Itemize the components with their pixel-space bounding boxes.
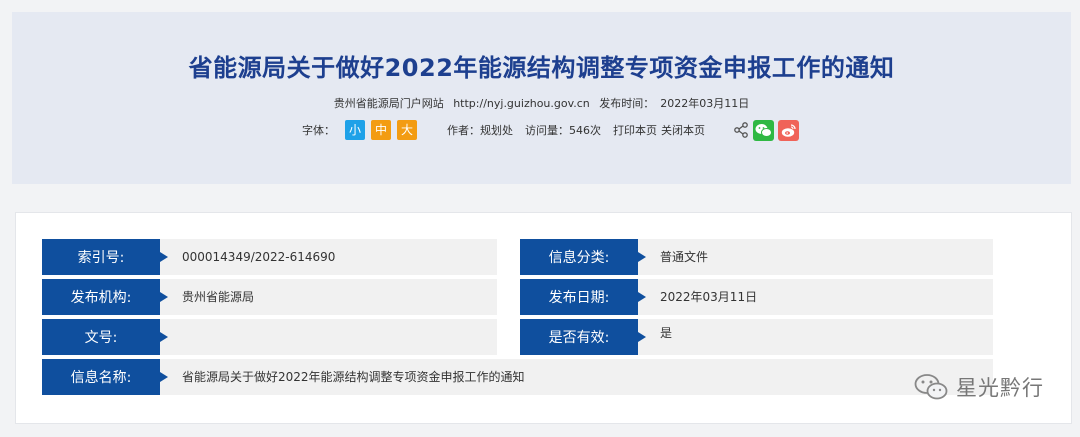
publisher-value: 贵州省能源局 [182,290,255,304]
source-url[interactable]: http://nyj.guizhou.gov.cn [453,97,590,110]
article-toolbar: 字体： 小 中 大 作者：规划处 访问量：546次 打印本页 关闭本页 [302,118,799,142]
docno-row: 文号: [42,319,497,355]
valid-label: 是否有效: [520,319,646,355]
name-row: 信息名称: 省能源局关于做好2022年能源结构调整专项资金申报工作的通知 [42,359,993,395]
font-small-button[interactable]: 小 [345,120,365,140]
date-row: 发布日期: 2022年03月11日 [520,279,993,315]
category-value: 普通文件 [660,250,709,264]
font-medium-button[interactable]: 中 [371,120,391,140]
watermark-text: 星光黔行 [956,376,1044,400]
date-label: 发布日期: [520,279,646,315]
article-meta: 贵州省能源局门户网站 http://nyj.guizhou.gov.cn 发布时… [12,95,1071,111]
name-label: 信息名称: [42,359,168,395]
close-link[interactable]: 关闭本页 [661,122,705,138]
visit-count: 访问量：546次 [525,124,601,137]
index-label: 索引号: [42,239,168,275]
page-title: 省能源局关于做好2022年能源结构调整专项资金申报工作的通知 [188,54,895,82]
publisher-label: 发布机构: [42,279,168,315]
wechat-watermark-icon [914,374,948,400]
watermark: 星光黔行 [914,372,1044,402]
wechat-share-button[interactable] [753,119,774,141]
index-value: 000014349/2022-614690 [182,250,336,264]
wechat-icon [755,123,772,137]
weibo-share-button[interactable] [778,119,799,141]
weibo-icon [781,123,796,137]
category-row: 信息分类: 普通文件 [520,239,993,275]
author-text: 作者：规划处 [447,124,513,137]
valid-row: 是否有效: 是 [520,319,993,355]
font-size-label: 字体： [302,124,335,137]
index-row: 索引号: 000014349/2022-614690 [42,239,497,275]
publisher-row: 发布机构: 贵州省能源局 [42,279,497,315]
font-large-button[interactable]: 大 [397,120,417,140]
publish-date: 2022年03月11日 [660,97,750,110]
print-link[interactable]: 打印本页 [613,122,657,138]
name-value: 省能源局关于做好2022年能源结构调整专项资金申报工作的通知 [182,370,525,384]
publish-label: 发布时间： [599,97,655,110]
date-value: 2022年03月11日 [660,290,758,304]
valid-value: 是 [660,326,673,340]
share-icon[interactable] [733,122,749,138]
docno-label: 文号: [42,319,168,355]
publish-time: 发布时间： 2022年03月11日 [599,97,749,110]
category-label: 信息分类: [520,239,646,275]
source-name: 贵州省能源局门户网站 [333,97,444,110]
article-header: 省能源局关于做好2022年能源结构调整专项资金申报工作的通知 贵州省能源局门户网… [12,12,1071,184]
